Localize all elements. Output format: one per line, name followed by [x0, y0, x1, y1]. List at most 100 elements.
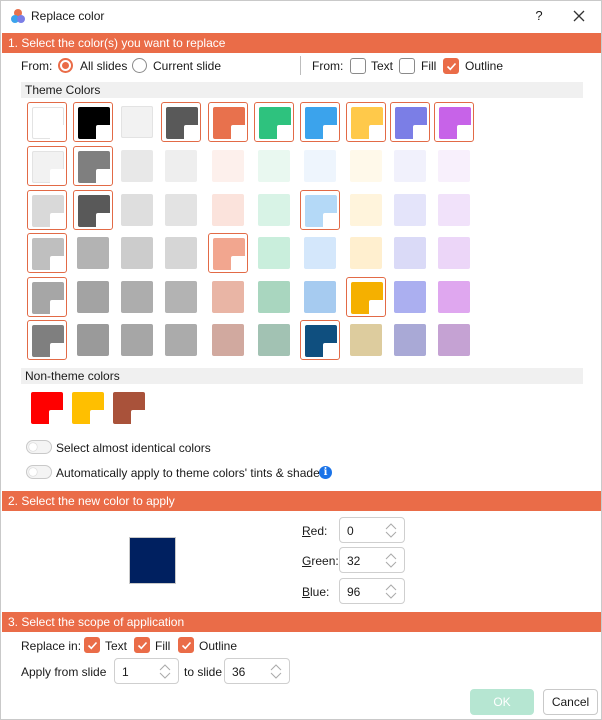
theme-color-swatch[interactable]: [117, 233, 157, 273]
theme-color-swatch[interactable]: [346, 102, 386, 142]
non-theme-color-swatch[interactable]: [68, 388, 108, 428]
spinner-arrows-icon[interactable]: [384, 522, 398, 539]
from-slide-spinner[interactable]: 1: [114, 658, 179, 684]
new-color-preview[interactable]: [129, 537, 176, 584]
theme-color-swatch[interactable]: [346, 233, 386, 273]
to-slide-spinner[interactable]: 36: [224, 658, 290, 684]
theme-color-swatch[interactable]: [208, 146, 248, 186]
from-fill-label[interactable]: Fill: [421, 59, 436, 73]
replace-fill-label[interactable]: Fill: [155, 639, 170, 653]
theme-color-swatch[interactable]: [27, 190, 67, 230]
theme-color-swatch[interactable]: [434, 233, 474, 273]
theme-color-swatch[interactable]: [208, 102, 248, 142]
red-spinner[interactable]: 0: [339, 517, 405, 543]
replace-fill-checkbox[interactable]: [134, 637, 150, 653]
theme-color-swatch[interactable]: [161, 190, 201, 230]
current-slide-label[interactable]: Current slide: [153, 59, 221, 73]
theme-color-swatch[interactable]: [73, 190, 113, 230]
theme-color-swatch[interactable]: [254, 102, 294, 142]
theme-color-swatch[interactable]: [300, 233, 340, 273]
theme-color-swatch[interactable]: [27, 233, 67, 273]
auto-apply-toggle[interactable]: [26, 465, 52, 479]
from-outline-checkbox[interactable]: [443, 58, 459, 74]
theme-color-swatch[interactable]: [73, 320, 113, 360]
theme-color-swatch[interactable]: [434, 190, 474, 230]
spinner-arrows-icon[interactable]: [384, 552, 398, 569]
theme-color-swatch[interactable]: [390, 190, 430, 230]
theme-color-swatch[interactable]: [300, 190, 340, 230]
red-value[interactable]: 0: [347, 524, 354, 538]
theme-color-swatch[interactable]: [390, 233, 430, 273]
theme-color-swatch[interactable]: [390, 320, 430, 360]
theme-color-swatch[interactable]: [390, 102, 430, 142]
theme-color-swatch[interactable]: [346, 277, 386, 317]
replace-text-label[interactable]: Text: [105, 639, 127, 653]
spinner-arrows-icon[interactable]: [269, 663, 283, 680]
theme-color-swatch[interactable]: [27, 102, 67, 142]
current-slide-radio[interactable]: [132, 58, 147, 73]
theme-color-swatch[interactable]: [434, 102, 474, 142]
theme-color-swatch[interactable]: [73, 277, 113, 317]
theme-color-swatch[interactable]: [346, 320, 386, 360]
theme-color-swatch[interactable]: [161, 233, 201, 273]
all-slides-radio[interactable]: [58, 58, 73, 73]
theme-color-swatch[interactable]: [208, 233, 248, 273]
theme-color-swatch[interactable]: [300, 277, 340, 317]
spinner-arrows-icon[interactable]: [158, 663, 172, 680]
theme-color-swatch[interactable]: [434, 146, 474, 186]
theme-color-swatch[interactable]: [73, 146, 113, 186]
theme-color-swatch[interactable]: [390, 146, 430, 186]
replace-text-checkbox[interactable]: [84, 637, 100, 653]
blue-spinner[interactable]: 96: [339, 578, 405, 604]
non-theme-color-swatch[interactable]: [27, 388, 67, 428]
theme-color-swatch[interactable]: [346, 146, 386, 186]
theme-color-swatch[interactable]: [117, 190, 157, 230]
theme-color-swatch[interactable]: [27, 146, 67, 186]
to-slide-value[interactable]: 36: [232, 665, 245, 679]
theme-color-swatch[interactable]: [300, 320, 340, 360]
theme-color-swatch[interactable]: [254, 190, 294, 230]
ok-button[interactable]: OK: [470, 689, 534, 715]
blue-value[interactable]: 96: [347, 585, 360, 599]
theme-color-swatch[interactable]: [346, 190, 386, 230]
theme-color-swatch[interactable]: [73, 233, 113, 273]
theme-color-swatch[interactable]: [208, 277, 248, 317]
theme-color-swatch[interactable]: [161, 277, 201, 317]
theme-color-swatch[interactable]: [434, 277, 474, 317]
green-spinner[interactable]: 32: [339, 547, 405, 573]
theme-color-swatch[interactable]: [300, 102, 340, 142]
green-value[interactable]: 32: [347, 554, 360, 568]
theme-color-swatch[interactable]: [27, 320, 67, 360]
info-icon[interactable]: i: [319, 466, 332, 479]
theme-color-swatch[interactable]: [161, 146, 201, 186]
almost-identical-toggle[interactable]: [26, 440, 52, 454]
theme-color-swatch[interactable]: [254, 320, 294, 360]
theme-color-swatch[interactable]: [161, 102, 201, 142]
help-button[interactable]: ?: [529, 6, 549, 26]
theme-color-swatch[interactable]: [254, 277, 294, 317]
from-outline-label[interactable]: Outline: [465, 59, 503, 73]
cancel-button[interactable]: Cancel: [543, 689, 598, 715]
from-text-label[interactable]: Text: [371, 59, 393, 73]
all-slides-label[interactable]: All slides: [80, 59, 127, 73]
theme-color-swatch[interactable]: [390, 277, 430, 317]
theme-color-swatch[interactable]: [27, 277, 67, 317]
theme-color-swatch[interactable]: [117, 277, 157, 317]
replace-outline-checkbox[interactable]: [178, 637, 194, 653]
non-theme-color-swatch[interactable]: [109, 388, 149, 428]
from-slide-value[interactable]: 1: [122, 665, 129, 679]
theme-color-swatch[interactable]: [161, 320, 201, 360]
theme-color-swatch[interactable]: [208, 320, 248, 360]
theme-color-swatch[interactable]: [117, 320, 157, 360]
from-fill-checkbox[interactable]: [399, 58, 415, 74]
theme-color-swatch[interactable]: [117, 102, 157, 142]
theme-color-swatch[interactable]: [254, 146, 294, 186]
theme-color-swatch[interactable]: [117, 146, 157, 186]
theme-color-swatch[interactable]: [434, 320, 474, 360]
theme-color-swatch[interactable]: [208, 190, 248, 230]
replace-outline-label[interactable]: Outline: [199, 639, 237, 653]
theme-color-swatch[interactable]: [73, 102, 113, 142]
from-text-checkbox[interactable]: [350, 58, 366, 74]
spinner-arrows-icon[interactable]: [384, 583, 398, 600]
close-icon[interactable]: [569, 6, 589, 26]
